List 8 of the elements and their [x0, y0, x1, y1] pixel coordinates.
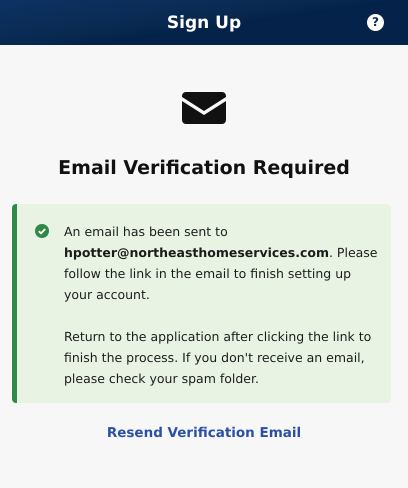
- page-title: Sign Up: [166, 12, 242, 32]
- check-circle-icon: [35, 224, 49, 238]
- alert-message: An email has been sent to hpotter@northeasthomeservices.com. Please follow the link in the email to finish setting up your account.: [64, 223, 378, 304]
- alert-message: Return to the application after clicking the link to finish the process. If you don't receive an email, please check your spam folder.: [64, 328, 372, 388]
- resend-link[interactable]: Resend Verification Email: [106, 425, 302, 441]
- envelope-icon: [182, 92, 226, 124]
- help-button[interactable]: ?: [367, 14, 384, 31]
- heading: Email Verification Required: [58, 157, 350, 179]
